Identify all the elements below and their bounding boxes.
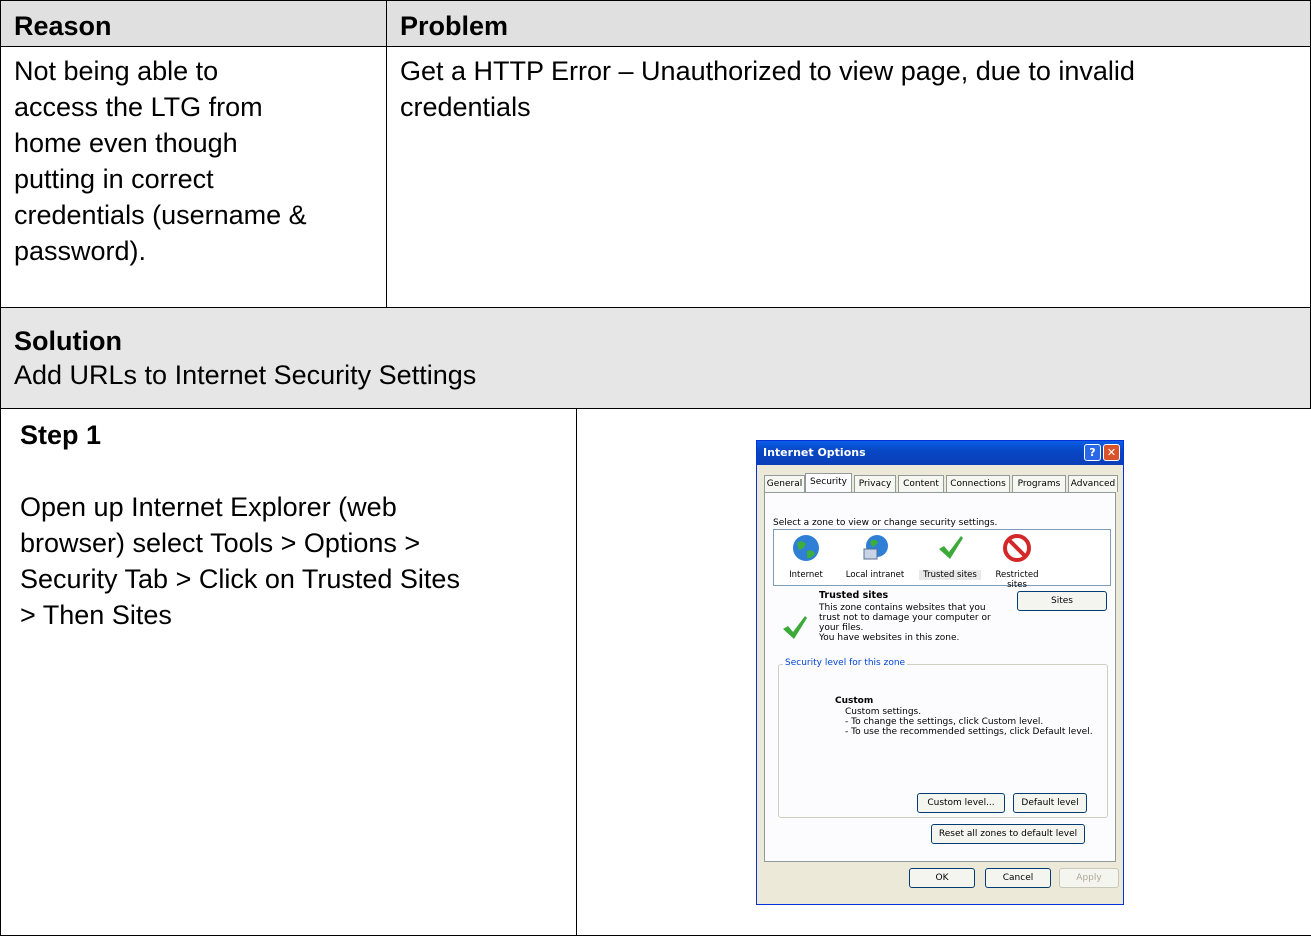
reason-line: password). [14, 236, 147, 266]
zone-internet[interactable]: Internet [783, 533, 829, 580]
reason-line: home even though [14, 128, 238, 158]
reason-line: credentials (username & [14, 200, 307, 230]
zone-prompt: Select a zone to view or change security… [773, 518, 998, 528]
solution-header: Solution [14, 326, 122, 356]
problem-header: Problem [386, 0, 1311, 47]
problem-cell: Get a HTTP Error – Unauthorized to view … [386, 46, 1311, 308]
cancel-button[interactable]: Cancel [985, 868, 1051, 888]
dialog-titlebar: Internet Options ? ✕ [757, 441, 1123, 465]
intranet-globe-icon [863, 535, 888, 560]
reason-cell: Not being able to access the LTG from ho… [0, 46, 387, 308]
zone-label: Restricted sites [995, 570, 1039, 590]
solution-text: Add URLs to Internet Security Settings [14, 360, 477, 390]
tab-connections[interactable]: Connections [946, 475, 1010, 492]
step-line: Security Tab > Click on Trusted Sites [20, 564, 460, 594]
reason-line: Not being able to [14, 56, 219, 86]
step-line: Open up Internet Explorer (web [20, 492, 397, 522]
reason-line: putting in correct [14, 164, 214, 194]
dialog-title: Internet Options [763, 446, 866, 459]
close-button[interactable]: ✕ [1103, 444, 1120, 461]
tab-content[interactable]: Content [898, 475, 944, 492]
custom-description: Custom settings. - To change the setting… [845, 707, 1093, 737]
problem-line: credentials [400, 92, 531, 122]
tab-security[interactable]: Security [805, 473, 852, 493]
zone-desc-line: your files. [819, 623, 864, 633]
sites-button[interactable]: Sites [1017, 591, 1107, 611]
apply-button[interactable]: Apply [1059, 868, 1119, 888]
custom-line: Custom settings. [845, 707, 922, 717]
internet-options-dialog: Internet Options ? ✕ General Security Pr… [756, 440, 1124, 905]
security-panel: Select a zone to view or change security… [764, 492, 1116, 862]
zone-desc-line: This zone contains websites that you [819, 603, 986, 613]
restricted-icon [1003, 534, 1031, 562]
tab-privacy[interactable]: Privacy [854, 475, 896, 492]
tab-advanced[interactable]: Advanced [1068, 475, 1118, 492]
reset-all-zones-button[interactable]: Reset all zones to default level [931, 824, 1085, 844]
custom-title: Custom [835, 696, 874, 706]
zone-desc-line: You have websites in this zone. [819, 633, 960, 643]
default-level-button[interactable]: Default level [1013, 793, 1087, 813]
step-line: browser) select Tools > Options > [20, 528, 421, 558]
zone-local-intranet[interactable]: Local intranet [843, 533, 907, 580]
step-line: > Then Sites [20, 600, 172, 630]
help-button[interactable]: ? [1084, 444, 1101, 461]
zone-description: This zone contains websites that you tru… [819, 603, 991, 643]
zone-trusted-sites[interactable]: Trusted sites [919, 533, 981, 580]
checkmark-icon [939, 536, 963, 559]
step-cell: Step 1 Open up Internet Explorer (web br… [0, 408, 577, 936]
zone-title: Trusted sites [819, 590, 889, 601]
custom-line: - To change the settings, click Custom l… [845, 717, 1044, 727]
zone-restricted-sites[interactable]: Restricted sites [991, 533, 1043, 590]
reason-header: Reason [0, 0, 387, 47]
step-title: Step 1 [20, 420, 102, 450]
solution-cell: Solution Add URLs to Internet Security S… [0, 307, 1311, 409]
custom-level-button[interactable]: Custom level... [917, 793, 1005, 813]
globe-icon [793, 535, 819, 561]
security-level-label: Security level for this zone [783, 658, 908, 668]
zone-label: Internet [789, 570, 823, 580]
ok-button[interactable]: OK [909, 868, 975, 888]
zone-desc-line: trust not to damage your computer or [819, 613, 991, 623]
zone-label: Trusted sites [919, 570, 981, 580]
custom-line: - To use the recommended settings, click… [845, 727, 1093, 737]
tab-strip: General Security Privacy Content Connect… [764, 473, 1118, 493]
reason-line: access the LTG from [14, 92, 263, 122]
zone-label: Local intranet [845, 570, 905, 580]
trusted-sites-check-icon [783, 616, 807, 639]
tab-programs[interactable]: Programs [1012, 475, 1066, 492]
problem-line: Get a HTTP Error – Unauthorized to view … [400, 56, 1135, 86]
tab-general[interactable]: General [764, 475, 805, 492]
